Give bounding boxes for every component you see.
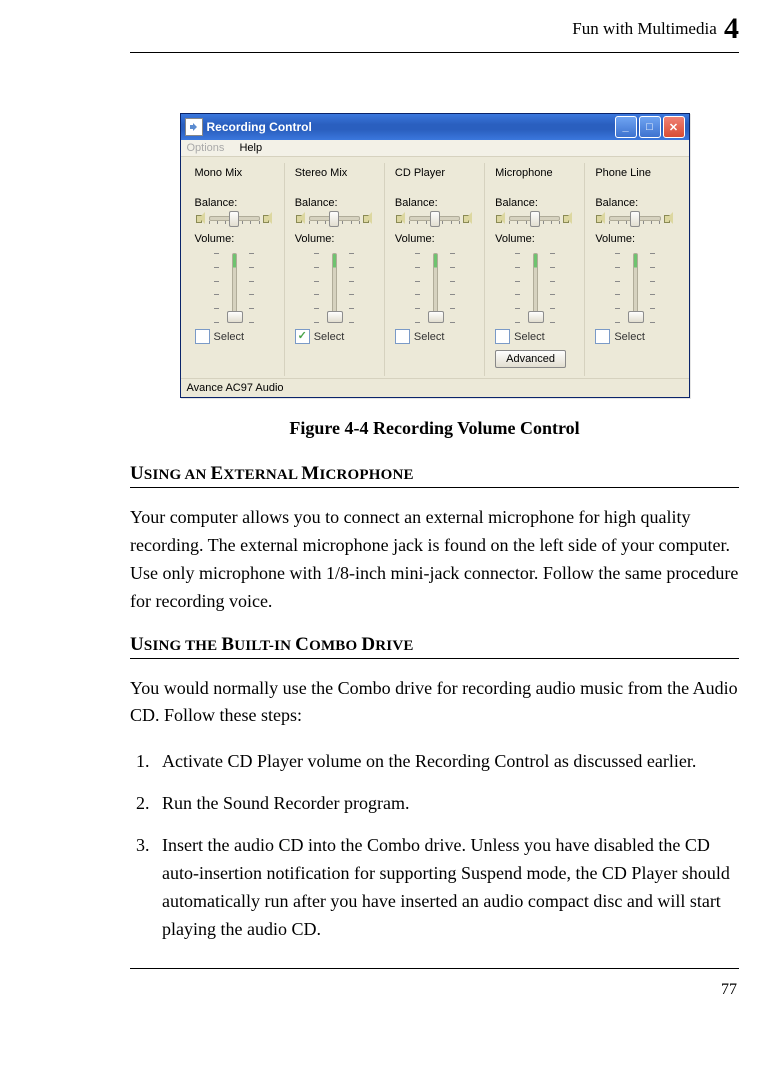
select-checkbox[interactable] <box>395 329 410 344</box>
volume-ticks-right <box>249 253 254 323</box>
menu-options[interactable]: Options <box>187 142 225 154</box>
channel-name: CD Player <box>395 167 474 179</box>
volume-ticks-left <box>214 253 219 323</box>
volume-slider[interactable] <box>428 253 442 323</box>
menubar: Options Help <box>181 140 689 157</box>
select-checkbox[interactable] <box>595 329 610 344</box>
window-title: Recording Control <box>207 120 611 134</box>
volume-label: Volume: <box>495 233 574 245</box>
volume-ticks-right <box>550 253 555 323</box>
volume-ticks-left <box>415 253 420 323</box>
select-checkbox[interactable] <box>295 329 310 344</box>
balance-slider[interactable] <box>309 211 360 225</box>
speaker-left-icon <box>395 212 407 224</box>
heading-combo-drive: USING THE BUILT-IN COMBO DRIVE <box>130 634 739 656</box>
select-label: Select <box>214 331 245 343</box>
volume-label: Volume: <box>595 233 674 245</box>
close-button[interactable]: ✕ <box>663 116 685 138</box>
list-item: Run the Sound Recorder program. <box>154 790 739 818</box>
balance-label: Balance: <box>595 197 674 209</box>
speaker-left-icon <box>595 212 607 224</box>
speaker-right-icon <box>663 212 675 224</box>
channel-strip: Microphone Balance: Volume: Select Advanced <box>485 163 585 376</box>
speaker-right-icon <box>562 212 574 224</box>
channel-strip-area: Mono Mix Balance: Volume: Select Stereo Mix B… <box>181 157 689 378</box>
running-header: Fun with Multimedia 4 <box>130 10 739 50</box>
channel-strip: Mono Mix Balance: Volume: Select <box>185 163 285 376</box>
channel-strip: Phone Line Balance: Volume: Select <box>585 163 684 376</box>
speaker-left-icon <box>495 212 507 224</box>
volume-label: Volume: <box>295 233 374 245</box>
speaker-right-icon <box>262 212 274 224</box>
channel-name: Mono Mix <box>195 167 274 179</box>
volume-slider[interactable] <box>628 253 642 323</box>
select-checkbox[interactable] <box>195 329 210 344</box>
channel-strip: Stereo Mix Balance: Volume: Select <box>285 163 385 376</box>
select-label: Select <box>514 331 545 343</box>
select-checkbox[interactable] <box>495 329 510 344</box>
volume-ticks-right <box>349 253 354 323</box>
volume-label: Volume: <box>395 233 474 245</box>
volume-ticks-left <box>615 253 620 323</box>
speaker-left-icon <box>195 212 207 224</box>
speaker-right-icon <box>462 212 474 224</box>
heading-external-microphone: USING AN EXTERNAL MICROPHONE <box>130 463 739 485</box>
channel-name: Stereo Mix <box>295 167 374 179</box>
section-rule <box>130 658 739 659</box>
chapter-number: 4 <box>724 12 739 45</box>
figure-recording-control: Recording Control _ □ ✕ Options Help Mon… <box>130 113 739 439</box>
speaker-left-icon <box>295 212 307 224</box>
volume-ticks-left <box>515 253 520 323</box>
select-label: Select <box>614 331 645 343</box>
balance-slider[interactable] <box>609 211 660 225</box>
maximize-button[interactable]: □ <box>639 116 661 138</box>
volume-label: Volume: <box>195 233 274 245</box>
menu-help[interactable]: Help <box>239 142 262 154</box>
paragraph-ext-mic: Your computer allows you to connect an e… <box>130 504 739 616</box>
volume-ticks-right <box>650 253 655 323</box>
section-rule <box>130 487 739 488</box>
header-title: Fun with Multimedia <box>572 19 717 38</box>
header-rule <box>130 52 739 53</box>
channel-name: Microphone <box>495 167 574 179</box>
app-icon <box>185 118 203 136</box>
footer-rule <box>130 968 739 969</box>
channel-strip: CD Player Balance: Volume: Select <box>385 163 485 376</box>
volume-ticks-right <box>450 253 455 323</box>
volume-slider[interactable] <box>227 253 241 323</box>
paragraph-combo-intro: You would normally use the Combo drive f… <box>130 675 739 731</box>
balance-slider[interactable] <box>409 211 460 225</box>
volume-ticks-left <box>314 253 319 323</box>
titlebar[interactable]: Recording Control _ □ ✕ <box>181 114 689 140</box>
balance-label: Balance: <box>195 197 274 209</box>
statusbar: Avance AC97 Audio <box>181 378 689 397</box>
volume-slider[interactable] <box>528 253 542 323</box>
figure-caption: Figure 4-4 Recording Volume Control <box>130 418 739 439</box>
list-item: Insert the audio CD into the Combo drive… <box>154 832 739 944</box>
page-number: 77 <box>130 981 739 999</box>
steps-list: Activate CD Player volume on the Recordi… <box>130 748 739 943</box>
speaker-right-icon <box>362 212 374 224</box>
list-item: Activate CD Player volume on the Recordi… <box>154 748 739 776</box>
select-label: Select <box>314 331 345 343</box>
channel-name: Phone Line <box>595 167 674 179</box>
balance-slider[interactable] <box>209 211 260 225</box>
minimize-button[interactable]: _ <box>615 116 637 138</box>
balance-slider[interactable] <box>509 211 560 225</box>
advanced-button[interactable]: Advanced <box>495 350 566 368</box>
select-label: Select <box>414 331 445 343</box>
balance-label: Balance: <box>495 197 574 209</box>
balance-label: Balance: <box>295 197 374 209</box>
balance-label: Balance: <box>395 197 474 209</box>
recording-control-window: Recording Control _ □ ✕ Options Help Mon… <box>180 113 690 398</box>
volume-slider[interactable] <box>327 253 341 323</box>
